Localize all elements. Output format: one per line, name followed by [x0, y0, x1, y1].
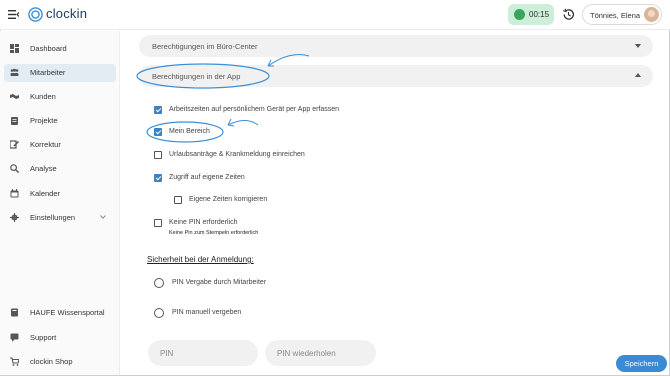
- sidebar: Dashboard Mitarbeiter Kunden Projekte Ko…: [0, 31, 120, 375]
- permission-label: Urlaubsanträge & Krankmeldung einreichen: [169, 151, 305, 158]
- sidebar-item-label: clockin Shop: [30, 357, 73, 366]
- checkbox-unchecked[interactable]: [154, 219, 162, 227]
- gear-icon: [10, 213, 19, 222]
- permission-label: Mein Bereich: [169, 128, 210, 135]
- permission-label: Keine PIN erforderlich: [169, 219, 238, 226]
- radio-button[interactable]: [154, 308, 164, 318]
- sidebar-item-label: Dashboard: [30, 44, 67, 53]
- user-name: Tönnies, Elena: [590, 11, 641, 20]
- user-menu[interactable]: Tönnies, Elena: [582, 4, 662, 25]
- calendar-icon: [10, 189, 19, 198]
- save-button[interactable]: Speichern: [616, 355, 667, 372]
- dashboard-icon: [10, 44, 19, 53]
- running-timer[interactable]: 00:15: [508, 4, 554, 25]
- sidebar-item-label: Support: [30, 333, 57, 342]
- sidebar-item-dashboard[interactable]: Dashboard: [4, 40, 116, 58]
- chevron-down-icon: [100, 215, 106, 219]
- main-content: Berechtigungen im Büro-Center Berechtigu…: [121, 31, 669, 375]
- sidebar-item-kalender[interactable]: Kalender: [4, 185, 116, 203]
- sidebar-item-haufe[interactable]: HAUFE Wissensportal: [4, 304, 116, 322]
- permission-label: Eigene Zeiten korrigieren: [189, 196, 268, 203]
- edit-icon: [10, 140, 19, 149]
- sidebar-item-label: Mitarbeiter: [30, 68, 66, 77]
- sidebar-item-korrektur[interactable]: Korrektur: [4, 136, 116, 154]
- accordion-buero-center[interactable]: Berechtigungen im Büro-Center: [139, 35, 653, 57]
- sidebar-item-kunden[interactable]: Kunden: [4, 88, 116, 106]
- pin-repeat-input[interactable]: [265, 340, 376, 366]
- support-icon: [10, 333, 19, 342]
- sidebar-item-label: HAUFE Wissensportal: [30, 308, 105, 317]
- permission-label: Zugriff auf eigene Zeiten: [169, 174, 245, 181]
- sidebar-item-label: Kalender: [30, 189, 61, 198]
- permission-label: Arbeitszeiten auf persönlichem Gerät per…: [169, 106, 340, 113]
- radio-label: PIN manuell vergeben: [172, 309, 242, 316]
- sidebar-item-analyse[interactable]: Analyse: [4, 160, 116, 178]
- avatar: [644, 7, 659, 22]
- timer-value: 00:15: [529, 10, 550, 19]
- sidebar-item-einstellungen[interactable]: Einstellungen: [4, 209, 116, 227]
- sidebar-item-shop[interactable]: clockin Shop: [4, 353, 116, 371]
- sidebar-item-label: Einstellungen: [30, 213, 76, 222]
- sidebar-item-label: Korrektur: [30, 140, 61, 149]
- app-logo-text: clockin: [46, 6, 88, 21]
- sidebar-item-label: Kunden: [30, 92, 56, 101]
- sidebar-item-projekte[interactable]: Projekte: [4, 112, 116, 130]
- radio-label: PIN Vergabe durch Mitarbeiter: [172, 279, 267, 286]
- top-bar: clockin 00:15 Tönnies, Elena: [0, 0, 670, 30]
- cart-icon: [10, 357, 19, 366]
- clockin-logo-icon: [28, 7, 43, 22]
- accordion-app[interactable]: Berechtigungen in der App: [139, 65, 653, 87]
- caret-down-icon: [635, 44, 641, 48]
- handshake-icon: [10, 94, 19, 99]
- search-chart-icon: [10, 164, 19, 173]
- accordion-title: Berechtigungen in der App: [152, 72, 241, 81]
- sidebar-item-label: Analyse: [30, 164, 57, 173]
- checkbox-unchecked[interactable]: [174, 196, 182, 204]
- checkbox-checked[interactable]: [154, 174, 162, 182]
- history-icon[interactable]: [562, 8, 575, 21]
- security-section-title: Sicherheit bei der Anmeldung:: [147, 255, 254, 264]
- checkbox-checked[interactable]: [154, 128, 162, 136]
- permission-description: Keine Pin zum Stempeln erforderlich: [169, 230, 259, 236]
- caret-up-icon: [635, 73, 641, 77]
- accordion-title: Berechtigungen im Büro-Center: [152, 42, 258, 51]
- menu-collapse-icon[interactable]: [8, 9, 19, 20]
- pin-input[interactable]: [148, 340, 258, 366]
- checkbox-checked[interactable]: [154, 106, 162, 114]
- sidebar-item-label: Projekte: [30, 116, 58, 125]
- checkbox-unchecked[interactable]: [154, 151, 162, 159]
- clipboard-icon: [11, 117, 18, 125]
- radio-button[interactable]: [154, 278, 164, 288]
- sidebar-item-support[interactable]: Support: [4, 329, 116, 347]
- book-icon: [11, 308, 18, 317]
- users-icon: [10, 68, 19, 76]
- sidebar-item-mitarbeiter[interactable]: Mitarbeiter: [4, 64, 116, 82]
- clock-icon: [514, 9, 525, 20]
